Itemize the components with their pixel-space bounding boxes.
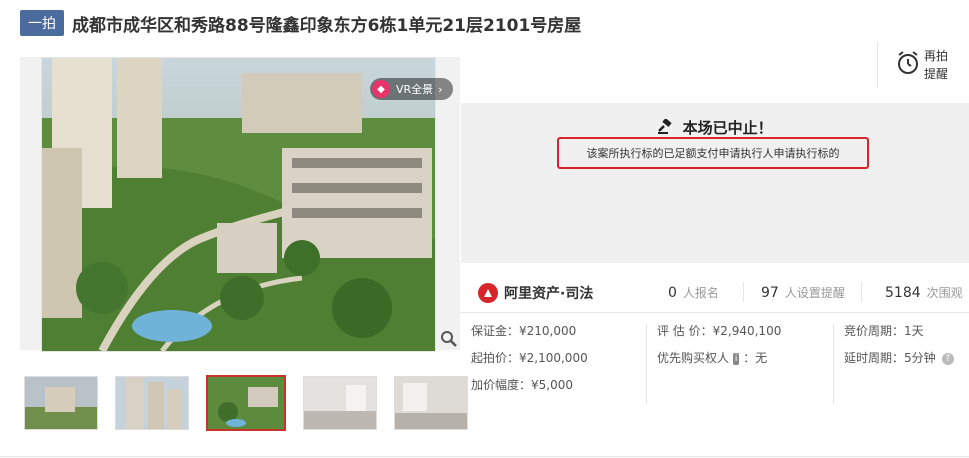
increment: 加价幅度：¥5,000 [471, 378, 573, 392]
stat-divider [743, 282, 744, 302]
stats-bar: 阿里资产·司法 0 人报名 97 人设置提醒 5184 次围观 [461, 272, 969, 313]
thumbnail-4[interactable] [303, 376, 377, 430]
thumbnail-strip [24, 375, 485, 431]
property-photo [42, 58, 435, 351]
deposit: 保证金：¥210,000 [471, 324, 577, 338]
details-col-1: 保证金：¥210,000 起拍价：¥2,100,000 加价幅度：¥5,000 [471, 318, 588, 399]
delay-cycle: 延时周期：5分钟? [844, 345, 954, 372]
reminder-line2: 提醒 [924, 67, 949, 81]
views-label: 次围观 [926, 286, 963, 300]
status-reason: 该案所执行标的已足额支付申请执行人申请执行标的 [557, 137, 869, 169]
ali-assets-logo-icon [478, 283, 498, 303]
magnifier-icon[interactable] [440, 330, 458, 348]
thumbnail-5[interactable] [394, 376, 468, 430]
views-stat: 5184 次围观 [885, 284, 963, 301]
priority-label: 优先购买权人 [657, 351, 730, 365]
auction-status-panel: 本场已中止！ 该案所执行标的已足额支付申请执行人申请执行标的 [461, 103, 969, 263]
help-icon[interactable]: ? [941, 352, 954, 365]
thumbnail-3[interactable] [206, 375, 286, 431]
column-divider [646, 324, 647, 404]
priority-buyer: 优先购买权人 i ：无 [657, 345, 781, 372]
signups-label: 人报名 [682, 286, 719, 300]
details-col-3: 竞价周期：1天 延时周期：5分钟? [844, 318, 954, 372]
views-count: 5184 [885, 285, 921, 301]
chevron-right-icon: › [438, 82, 443, 96]
start-price: 起拍价：¥2,100,000 [471, 351, 588, 365]
brand-logo[interactable]: 阿里资产·司法 [478, 283, 593, 303]
title-bar: 一拍 成都市成华区和秀路88号隆鑫印象东方6栋1单元21层2101号房屋 [20, 10, 581, 36]
brand-name: 阿里资产·司法 [504, 286, 594, 302]
status-title: 本场已中止！ [461, 117, 969, 138]
reminder-label: 再拍 提醒 [924, 47, 948, 83]
signups-stat: 0 人报名 [668, 284, 719, 301]
bidding-cycle: 竞价周期：1天 [844, 324, 924, 338]
reminder-line1: 再拍 [924, 49, 949, 63]
priority-value: ：无 [743, 351, 768, 365]
column-divider [833, 324, 834, 404]
vr-label: VR全景 [396, 83, 434, 96]
status-title-text: 本场已中止！ [682, 119, 773, 137]
delay-cycle-text: 延时周期：5分钟 [844, 351, 936, 365]
info-icon[interactable]: i [732, 352, 740, 365]
bottom-divider [0, 456, 969, 457]
reminders-count: 97 [761, 285, 779, 301]
auction-round-badge: 一拍 [20, 10, 64, 36]
page-title: 成都市成华区和秀路88号隆鑫印象东方6栋1单元21层2101号房屋 [72, 15, 582, 36]
vr-panorama-button[interactable]: ◆ VR全景 › [370, 78, 453, 100]
details-col-2: 评 估 价：¥2,940,100 优先购买权人 i ：无 [657, 318, 781, 372]
thumbnail-1[interactable] [24, 376, 98, 430]
gavel-icon [657, 118, 682, 137]
thumbnail-2[interactable] [115, 376, 189, 430]
reauction-reminder-button[interactable]: 再拍 提醒 [877, 42, 960, 88]
appraisal-price: 评 估 价：¥2,940,100 [657, 324, 782, 338]
alarm-clock-icon [896, 50, 920, 80]
stat-divider [861, 282, 862, 302]
vr-icon: ◆ [372, 80, 390, 98]
reminders-stat: 97 人设置提醒 [761, 284, 845, 301]
main-photo[interactable] [41, 57, 436, 352]
signups-count: 0 [668, 285, 677, 301]
reminders-label: 人设置提醒 [784, 286, 845, 300]
